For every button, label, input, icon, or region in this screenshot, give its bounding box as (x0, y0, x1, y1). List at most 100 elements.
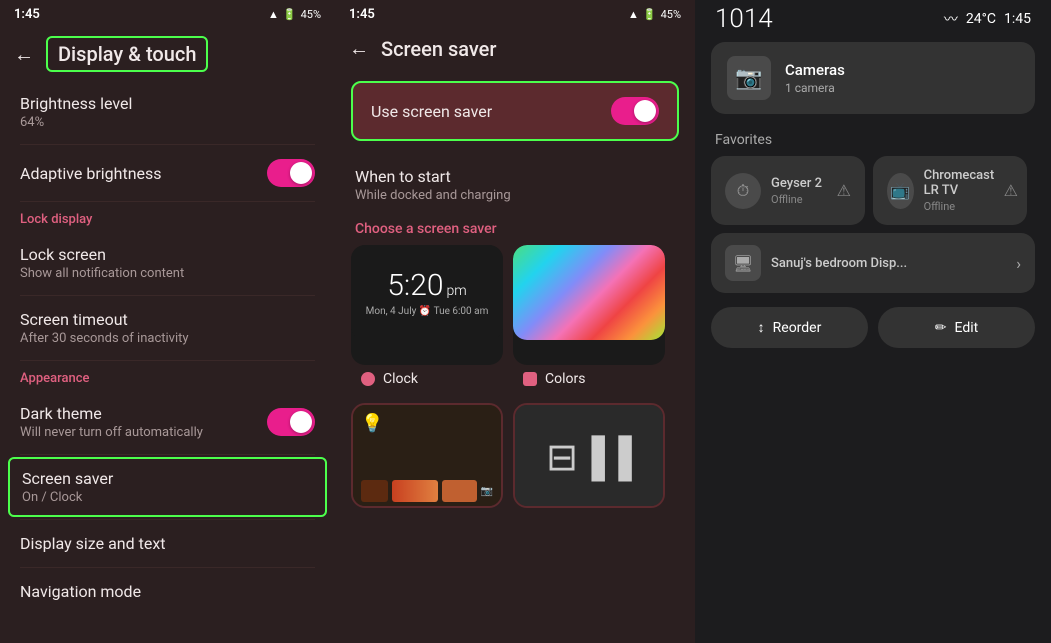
cast-time: 1:45 (1004, 11, 1031, 27)
when-to-start-section: When to start While docked and charging (335, 153, 695, 207)
camera-icon: 📷 (735, 66, 762, 91)
slideshow-card-inner: ⊟▐▐ (515, 405, 663, 508)
ss-card-clock[interactable]: 5:20 pm Mon, 4 July ⏰ Tue 6:00 am Clock (351, 245, 503, 393)
battery-percent-p1: 45% (301, 8, 321, 21)
ss-card-colors[interactable]: Colors (513, 245, 665, 393)
sanuj-info: Sanuj's bedroom Disp... (771, 256, 907, 271)
cast-right-info: 〰 24°C 1:45 (944, 9, 1031, 29)
clock-time-value: 5:20 (387, 268, 443, 303)
setting-lock-screen[interactable]: Lock screen Show all notification conten… (0, 231, 335, 295)
chromecast-sub: Offline (924, 200, 1004, 213)
dark-theme-toggle[interactable] (267, 408, 315, 436)
brightness-label: Brightness level (20, 94, 315, 113)
colors-gradient (513, 245, 665, 340)
divider-5 (20, 454, 315, 455)
settings-list-p1: Brightness level 64% Adaptive brightness… (0, 80, 335, 643)
cameras-sub: 1 camera (785, 81, 845, 95)
setting-screen-timeout[interactable]: Screen timeout After 30 seconds of inact… (0, 296, 335, 360)
status-bar-p1: 1:45 ▲ 🔋 45% (0, 0, 335, 28)
reorder-label: Reorder (773, 320, 822, 336)
screen-saver-sublabel: On / Clock (22, 490, 313, 505)
clock-dot-icon (361, 372, 375, 386)
navigation-mode-label: Navigation mode (20, 582, 315, 601)
setting-screen-saver[interactable]: Screen saver On / Clock (8, 457, 327, 517)
photo-card-inner: 💡 📷 (353, 405, 501, 508)
reorder-icon: ↕ (758, 319, 765, 336)
brightness-sublabel: 64% (20, 115, 315, 130)
fav-card-chromecast[interactable]: 📺 Chromecast LR TV Offline ⚠ (873, 156, 1027, 225)
setting-brightness[interactable]: Brightness level 64% (0, 80, 335, 144)
dark-theme-label: Dark theme (20, 404, 203, 423)
photo-card-top: 💡 (361, 413, 493, 434)
favorites-grid: ⏱ Geyser 2 Offline ⚠ 📺 Chromecast LR TV … (695, 156, 1051, 225)
chromecast-warn-icon: ⚠ (1004, 181, 1018, 200)
clock-date: Mon, 4 July ⏰ Tue 6:00 am (366, 306, 489, 317)
status-time-p2: 1:45 (349, 7, 375, 22)
status-icons-p1: ▲ 🔋 45% (268, 8, 321, 21)
cast-status-bar: 1014 〰 24°C 1:45 (695, 0, 1051, 38)
clock-label: Clock (383, 371, 418, 387)
sanuj-icon: 🖥 (725, 245, 761, 281)
dark-theme-sublabel: Will never turn off automatically (20, 425, 203, 440)
battery-percent-p2: 45% (661, 8, 681, 21)
colors-label: Colors (545, 371, 585, 387)
photo-thumb-1 (361, 480, 388, 502)
photo-thumb-3 (442, 480, 477, 502)
slideshow-icon: ⊟▐▐ (546, 435, 632, 480)
battery-icon: 🔋 (283, 8, 297, 21)
when-to-start-label: When to start (355, 167, 675, 186)
geyser-name: Geyser 2 (771, 176, 822, 191)
wifi-icon: ▲ (268, 8, 279, 21)
geyser-warn-icon: ⚠ (837, 181, 851, 200)
wave-icon: 〰 (944, 9, 958, 29)
geyser-left: ⏱ Geyser 2 Offline (725, 173, 822, 209)
ss-card-photo[interactable]: 💡 📷 (351, 403, 503, 508)
adaptive-brightness-toggle[interactable] (267, 159, 315, 187)
clock-ampm: pm (447, 283, 467, 299)
section-lock-display: Lock display (0, 202, 335, 231)
page-title-p2: Screen saver (381, 37, 496, 61)
cameras-card[interactable]: 📷 Cameras 1 camera (711, 42, 1035, 114)
ss-card-slideshow[interactable]: ⊟▐▐ (513, 403, 665, 508)
back-button-p1[interactable]: ← (14, 42, 34, 67)
screen-timeout-label: Screen timeout (20, 310, 315, 329)
setting-adaptive-brightness[interactable]: Adaptive brightness (0, 145, 335, 201)
chromecast-name: Chromecast LR TV (924, 168, 1004, 198)
battery-icon-p2: 🔋 (643, 8, 657, 21)
reorder-button[interactable]: ↕ Reorder (711, 307, 868, 348)
camera-icon-small: 📷 (481, 486, 493, 497)
screen-saver-label: Screen saver (22, 469, 313, 488)
favorites-label: Favorites (695, 118, 1051, 156)
use-screen-saver-bar[interactable]: Use screen saver (351, 81, 679, 141)
geyser-info: Geyser 2 Offline (771, 176, 822, 206)
setting-navigation-mode[interactable]: Navigation mode (0, 568, 335, 615)
back-button-p2[interactable]: ← (349, 36, 369, 61)
colors-card-label: Colors (513, 365, 665, 393)
fav-card-geyser[interactable]: ⏱ Geyser 2 Offline ⚠ (711, 156, 865, 225)
chromecast-left: 📺 Chromecast LR TV Offline (887, 168, 1004, 213)
photo-card-bottom: 📷 (361, 480, 493, 502)
edit-button[interactable]: ✏ Edit (878, 307, 1035, 348)
screen-timeout-sublabel: After 30 seconds of inactivity (20, 331, 315, 346)
use-screen-saver-label: Use screen saver (371, 102, 492, 121)
chromecast-info: Chromecast LR TV Offline (924, 168, 1004, 213)
status-time-p1: 1:45 (14, 7, 40, 22)
action-bar: ↕ Reorder ✏ Edit (695, 293, 1051, 348)
chevron-right-icon: › (1016, 254, 1021, 273)
lock-screen-label: Lock screen (20, 245, 315, 264)
sanuj-card[interactable]: 🖥 Sanuj's bedroom Disp... › (711, 233, 1035, 293)
chromecast-icon: 📺 (887, 173, 914, 209)
cast-number: 1014 (715, 4, 773, 34)
geyser-sub: Offline (771, 193, 822, 206)
setting-display-size[interactable]: Display size and text (0, 520, 335, 567)
clock-card-label: Clock (351, 365, 503, 393)
colors-dot-icon (523, 372, 537, 386)
cameras-icon-box: 📷 (727, 56, 771, 100)
wifi-icon-p2: ▲ (628, 8, 639, 21)
bulb-icon: 💡 (361, 413, 383, 434)
setting-dark-theme[interactable]: Dark theme Will never turn off automatic… (0, 390, 335, 454)
clock-time-display: 5:20 pm (387, 268, 466, 303)
panel-display-touch: 1:45 ▲ 🔋 45% ← Display & touch Brightnes… (0, 0, 335, 643)
screen-saver-toggle[interactable] (611, 97, 659, 125)
page-title-p1: Display & touch (58, 42, 196, 66)
